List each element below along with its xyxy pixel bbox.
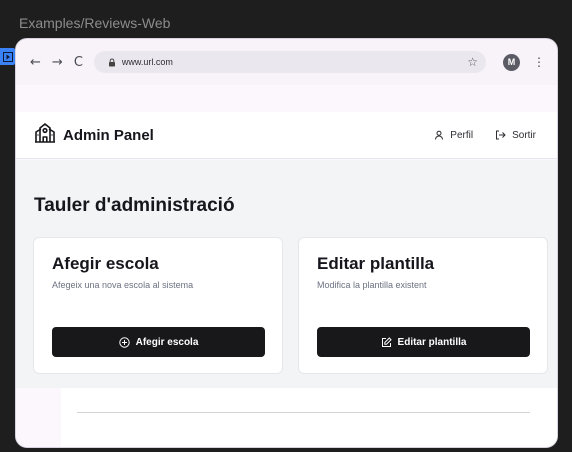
profile-avatar[interactable]: M [503,53,520,71]
lock-icon [108,58,116,67]
browser-toolbar: ← → C www.url.com ☆ M ⋮ [16,39,557,85]
user-icon [434,130,444,140]
edit-template-button-label: Editar plantilla [397,336,467,348]
reload-button[interactable]: C [74,56,83,69]
page-title: Tauler d'administració [34,195,235,216]
main-content: Tauler d'administració Afegir escola Afe… [16,160,557,388]
browser-menu-icon[interactable]: ⋮ [531,55,547,69]
add-school-card: Afegir escola Afegeix una nova escola al… [33,237,283,374]
back-button[interactable]: ← [30,56,41,69]
profile-link[interactable]: Perfil [434,130,473,141]
header-actions: Perfil Sortir [434,130,536,141]
school-building-icon [34,122,56,149]
footer-divider [77,412,530,413]
frame-marker-icon[interactable] [0,48,15,65]
browser-window: ← → C www.url.com ☆ M ⋮ Admin Panel Perf… [15,38,558,448]
card-description: Afegeix una nova escola al sistema [52,280,194,290]
edit-template-button[interactable]: Editar plantilla [317,327,530,357]
profile-link-label: Perfil [450,129,474,141]
add-school-button-label: Afegir escola [135,336,199,348]
page-footer [16,388,557,447]
forward-button[interactable]: → [52,56,63,69]
page-viewport: Admin Panel Perfil Sortir Tauler d'admin… [16,85,557,447]
brand[interactable]: Admin Panel [34,122,154,149]
card-title: Editar plantilla [317,254,435,273]
app-header: Admin Panel Perfil Sortir [16,112,557,159]
edit-square-icon [381,336,392,348]
bookmark-star-icon[interactable]: ☆ [467,55,478,69]
plus-circle-icon [118,336,130,348]
card-title: Afegir escola [52,254,159,273]
logout-link[interactable]: Sortir [495,130,536,141]
card-description: Modifica la plantilla existent [317,280,427,290]
logout-icon [495,130,506,140]
brand-name: Admin Panel [63,126,154,144]
logout-link-label: Sortir [512,129,536,141]
add-school-button[interactable]: Afegir escola [52,327,265,357]
address-url: www.url.com [121,57,173,67]
edit-template-card: Editar plantilla Modifica la plantilla e… [298,237,548,374]
footer-panel [61,388,557,447]
canvas-frame-label: Examples/Reviews-Web [19,15,171,31]
address-bar[interactable]: www.url.com ☆ [93,51,486,73]
